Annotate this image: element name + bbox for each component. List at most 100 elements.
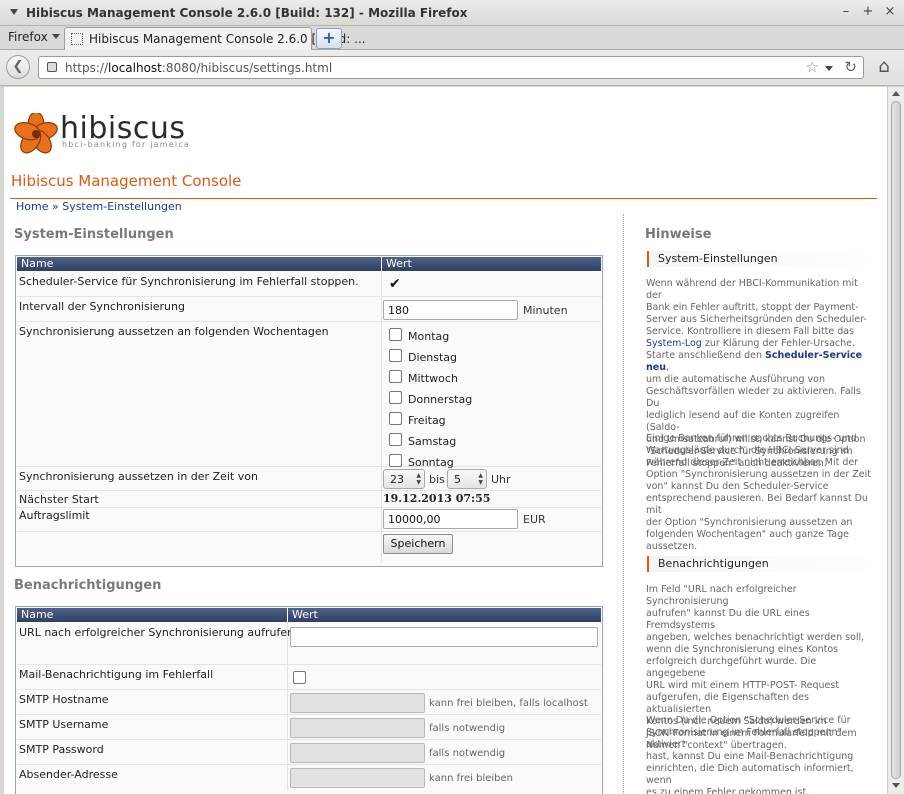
hints-title: Hinweise xyxy=(645,227,712,242)
vertical-scrollbar[interactable] xyxy=(887,87,904,794)
hint-system-paragraph-2: Einige Banken führen nachts Buchungs- un… xyxy=(646,433,871,552)
scheduler-stop-label: Scheduler-Service für Synchronisierung i… xyxy=(19,275,359,288)
tab-bar: Firefox Hibiscus Management Console 2.6.… xyxy=(0,26,904,50)
weekday-label: Samstag xyxy=(408,435,457,448)
hint-system-heading-text: System-Einstellungen xyxy=(658,252,778,265)
back-arrow-icon: ❮ xyxy=(12,59,24,74)
weekday-checkbox[interactable] xyxy=(389,454,402,467)
smtp-user-hint: falls notwendig xyxy=(429,723,506,734)
column-header-name: Name xyxy=(21,257,54,270)
weekday-checkbox[interactable] xyxy=(389,412,402,425)
home-button[interactable]: ⌂ xyxy=(872,56,896,80)
interval-unit: Minuten xyxy=(523,304,568,317)
hibiscus-logo[interactable]: hibiscus hbci-banking for jameica xyxy=(14,111,224,154)
cell-separator xyxy=(381,297,382,321)
weekday-checkbox[interactable] xyxy=(389,433,402,446)
reload-icon[interactable]: ↻ xyxy=(844,58,857,76)
url-bar[interactable]: https://localhost:8080/hibiscus/settings… xyxy=(38,56,864,79)
table-row: URL nach erfolgreicher Synchronisierung … xyxy=(17,623,601,665)
column-header-value: Wert xyxy=(381,257,412,271)
header-divider xyxy=(10,198,877,199)
logo-tagline: hbci-banking for jameica xyxy=(62,140,190,149)
time-unit: Uhr xyxy=(491,473,511,486)
hibiscus-flower-icon xyxy=(14,113,58,154)
weekdays-label: Synchronisierung aussetzen an folgenden … xyxy=(19,325,329,338)
minimize-button[interactable]: – xyxy=(838,4,854,20)
close-window-button[interactable]: × xyxy=(882,4,898,20)
cell-separator xyxy=(287,765,288,791)
scheduler-stop-checkbox[interactable]: ✔ xyxy=(389,276,401,292)
smtp-host-label: SMTP Hostname xyxy=(19,693,109,706)
weekday-label: Montag xyxy=(408,330,450,343)
sender-address-hint: kann frei bleiben xyxy=(429,773,514,784)
table-header: Name Wert xyxy=(17,257,601,271)
scroll-down-icon[interactable] xyxy=(892,783,900,788)
notifications-table: Name Wert URL nach erfolgreicher Synchro… xyxy=(15,606,603,794)
column-header-value: Wert xyxy=(287,608,318,622)
table-row: Speichern xyxy=(17,532,601,562)
save-button[interactable]: Speichern xyxy=(383,534,453,554)
table-row: Nächster Start 19.12.2013 07:55 xyxy=(17,491,601,508)
interval-input[interactable]: 180 xyxy=(383,300,518,320)
new-tab-button[interactable]: + xyxy=(316,28,342,49)
hint-system-heading: System-Einstellungen xyxy=(647,251,875,267)
tab-hibiscus-console[interactable]: Hibiscus Management Console 2.6.0 [Build… xyxy=(64,27,366,50)
firefox-menu-button[interactable]: Firefox xyxy=(8,30,60,44)
order-limit-label: Auftragslimit xyxy=(19,509,90,522)
smtp-host-hint: kann frei bleiben, falls localhost xyxy=(429,698,588,709)
page-viewport: hibiscus hbci-banking for jameica Hibisc… xyxy=(4,87,887,794)
system-settings-table: Name Wert Scheduler-Service für Synchron… xyxy=(15,255,603,567)
system-log-link[interactable]: System-Log xyxy=(646,338,702,349)
order-limit-input[interactable]: 10000,00 xyxy=(383,509,518,529)
url-path: :8080/hibiscus/settings.html xyxy=(161,61,333,75)
mail-notify-checkbox[interactable] xyxy=(293,671,306,684)
url-history-dropdown-icon[interactable] xyxy=(825,66,833,71)
time-to-spinner[interactable]: 5 ▲ ▼ xyxy=(447,469,487,489)
sender-address-input[interactable] xyxy=(290,768,425,788)
smtp-host-input[interactable] xyxy=(290,693,425,713)
hint-notifications-heading-text: Benachrichtigungen xyxy=(658,557,769,570)
page-favicon-icon xyxy=(71,33,83,45)
scrollbar-thumb[interactable] xyxy=(891,101,901,779)
smtp-user-input[interactable] xyxy=(290,718,425,738)
hint-text-part: Wenn während der HBCI-Kommunikation mit … xyxy=(646,278,867,337)
next-start-value: 19.12.2013 07:55 xyxy=(383,492,491,505)
table-header: Name Wert xyxy=(17,608,601,622)
time-to-value: 5 xyxy=(454,473,461,486)
weekday-checkbox[interactable] xyxy=(389,328,402,341)
weekday-checkbox[interactable] xyxy=(389,349,402,362)
order-limit-unit: EUR xyxy=(523,513,546,526)
next-start-label: Nächster Start xyxy=(19,493,99,506)
weekday-checkbox[interactable] xyxy=(389,391,402,404)
cell-separator xyxy=(287,715,288,739)
table-row: Intervall der Synchronisierung 180 Minut… xyxy=(17,297,601,322)
weekday-label: Freitag xyxy=(408,414,446,427)
scroll-up-icon[interactable] xyxy=(892,91,900,96)
cell-separator xyxy=(381,532,382,562)
table-row: SMTP Hostname kann frei bleiben, falls l… xyxy=(17,690,601,715)
smtp-password-input[interactable] xyxy=(290,743,425,763)
chevron-down-icon xyxy=(51,34,60,39)
hint-notifications-heading: Benachrichtigungen xyxy=(647,556,875,572)
callback-url-input[interactable] xyxy=(290,627,598,647)
bookmark-star-icon[interactable]: ☆ xyxy=(806,58,819,76)
cell-separator xyxy=(381,508,382,531)
weekday-label: Donnerstag xyxy=(408,393,473,406)
weekday-checkbox[interactable] xyxy=(389,370,402,383)
spinner-arrows-icon: ▲ ▼ xyxy=(416,472,421,486)
breadcrumb[interactable]: Home » System-Einstellungen xyxy=(16,200,182,213)
navigation-toolbar: ❮ https://localhost:8080/hibiscus/settin… xyxy=(0,50,904,86)
cell-separator xyxy=(381,322,382,466)
system-settings-title: System-Einstellungen xyxy=(14,227,174,242)
column-divider xyxy=(623,214,624,794)
smtp-password-label: SMTP Password xyxy=(19,743,104,756)
maximize-button[interactable]: + xyxy=(860,4,876,20)
cell-separator xyxy=(381,491,382,507)
cell-separator xyxy=(287,690,288,714)
window-menu-icon[interactable] xyxy=(10,9,18,15)
weekday-label: Dienstag xyxy=(408,351,458,364)
time-from-spinner[interactable]: 23 ▲ ▼ xyxy=(383,469,425,489)
back-button[interactable]: ❮ xyxy=(6,55,30,79)
hint-notifications-paragraph-2: Wenn Du die Option "Scheduler-Service fü… xyxy=(646,715,854,794)
mail-notify-label: Mail-Benachrichtigung im Fehlerfall xyxy=(19,668,214,681)
